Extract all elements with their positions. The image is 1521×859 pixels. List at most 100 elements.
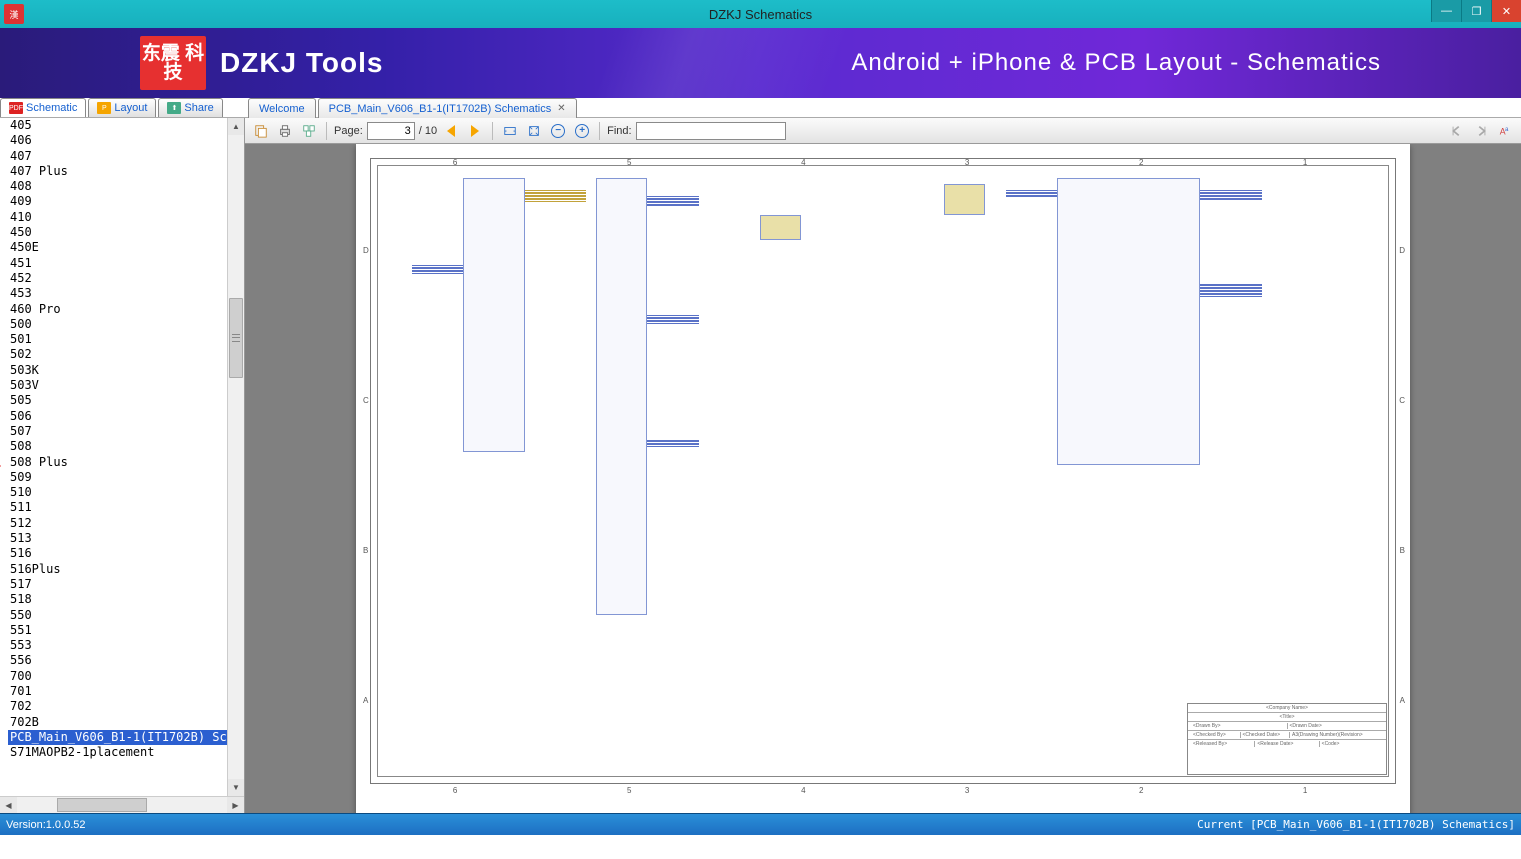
tab-schematic[interactable]: PDFSchematic [0, 98, 86, 117]
list-item[interactable]: 451 [8, 256, 227, 271]
list-item[interactable]: 453 [8, 286, 227, 301]
schematic-title-block: <Company Name> <Title> <Drawn By><Drawn … [1187, 703, 1387, 775]
scroll-thumb[interactable] [229, 298, 243, 378]
tab-share[interactable]: ⬆Share [158, 98, 222, 117]
list-item[interactable]: 508 Plus [8, 455, 227, 470]
tab-share-label: Share [184, 102, 213, 114]
list-item[interactable]: 407 [8, 149, 227, 164]
find-prev-button[interactable] [1447, 121, 1467, 141]
maximize-button[interactable]: ❐ [1461, 0, 1491, 22]
sidebar: 405406407407 Plus408409410450450E4514524… [0, 118, 245, 813]
list-item[interactable]: 518 [8, 592, 227, 607]
status-version: Version:1.0.0.52 [6, 819, 86, 831]
tab-schematic-label: Schematic [26, 102, 77, 114]
list-item[interactable]: 702 [8, 699, 227, 714]
list-item[interactable]: PCB_Main_V606_B1-1(IT1702B) Schematics [8, 730, 227, 745]
list-item[interactable]: 460 Pro [8, 302, 227, 317]
list-item[interactable]: 503V [8, 378, 227, 393]
tab-current-document[interactable]: PCB_Main_V606_B1-1(IT1702B) Schematics✕ [318, 98, 577, 118]
list-item[interactable]: 550 [8, 608, 227, 623]
schematic-page: 6 5 4 3 2 1 6 5 4 3 2 1 D C B A D [356, 144, 1410, 813]
logo: 东震 科技 [140, 36, 206, 90]
fit-page-button[interactable] [524, 121, 544, 141]
list-item[interactable]: 407 Plus [8, 164, 227, 179]
list-item[interactable]: 406 [8, 133, 227, 148]
highlight-button[interactable]: Aa [1495, 121, 1515, 141]
banner: 东震 科技 DZKJ Tools Android + iPhone & PCB … [0, 28, 1521, 98]
document-tabs: Welcome PCB_Main_V606_B1-1(IT1702B) Sche… [248, 98, 579, 118]
list-item[interactable]: 500 [8, 317, 227, 332]
sidebar-vscrollbar[interactable]: ▲ ▼ [227, 118, 244, 796]
list-item[interactable]: 556 [8, 653, 227, 668]
list-item[interactable]: 450 [8, 225, 227, 240]
hscroll-thumb[interactable] [57, 798, 147, 812]
close-tab-icon[interactable]: ✕ [557, 103, 565, 114]
pages-button[interactable] [299, 121, 319, 141]
list-item[interactable]: 512 [8, 516, 227, 531]
list-item[interactable]: 409 [8, 194, 227, 209]
svg-text:a: a [1505, 126, 1509, 133]
list-item[interactable]: 410 [8, 210, 227, 225]
copy-button[interactable] [251, 121, 271, 141]
list-item[interactable]: S71MAOPB2-1placement [8, 745, 227, 760]
tab-layout[interactable]: PLayout [88, 98, 156, 117]
status-bar: Version:1.0.0.52 Current [PCB_Main_V606_… [0, 813, 1521, 835]
banner-subtitle: Android + iPhone & PCB Layout - Schemati… [851, 49, 1381, 77]
schematic-frame: 6 5 4 3 2 1 6 5 4 3 2 1 D C B A D [370, 158, 1396, 784]
mode-tabs: PDFSchematic PLayout ⬆Share [0, 98, 1521, 118]
fit-width-button[interactable] [500, 121, 520, 141]
canvas-area[interactable]: 6 5 4 3 2 1 6 5 4 3 2 1 D C B A D [245, 144, 1521, 813]
list-item[interactable]: 702B [8, 715, 227, 730]
page-total: / 10 [419, 125, 437, 137]
next-page-button[interactable] [465, 121, 485, 141]
scroll-down-icon[interactable]: ▼ [228, 779, 244, 796]
list-item[interactable]: 510 [8, 485, 227, 500]
minimize-button[interactable]: — [1431, 0, 1461, 22]
tab-welcome[interactable]: Welcome [248, 98, 316, 118]
app-icon: 漢 [4, 4, 24, 24]
list-item[interactable]: 553 [8, 638, 227, 653]
close-button[interactable]: ✕ [1491, 0, 1521, 22]
list-item[interactable]: 502 [8, 347, 227, 362]
list-item[interactable]: 405 [8, 118, 227, 133]
print-button[interactable] [275, 121, 295, 141]
list-item[interactable]: 509 [8, 470, 227, 485]
page-label: Page: [334, 125, 363, 137]
list-item[interactable]: 452 [8, 271, 227, 286]
list-item[interactable]: 508 [8, 439, 227, 454]
status-current: Current [PCB_Main_V606_B1-1(IT1702B) Sch… [1197, 818, 1515, 831]
list-item[interactable]: 506 [8, 409, 227, 424]
tab-layout-label: Layout [114, 102, 147, 114]
zoom-out-button[interactable]: − [548, 121, 568, 141]
list-item[interactable]: 505 [8, 393, 227, 408]
list-item[interactable]: 503K [8, 363, 227, 378]
viewer: Page: / 10 − + Find: Aa 6 [245, 118, 1521, 813]
sidebar-hscrollbar[interactable]: ◀ ▶ [0, 796, 244, 813]
list-item[interactable]: 700 [8, 669, 227, 684]
list-item[interactable]: 516Plus [8, 562, 227, 577]
list-item[interactable]: 507 [8, 424, 227, 439]
scroll-left-icon[interactable]: ◀ [0, 797, 17, 813]
list-item[interactable]: 450E [8, 240, 227, 255]
list-item[interactable]: 551 [8, 623, 227, 638]
splitter-indicator-icon [0, 462, 1, 470]
window-title: DZKJ Schematics [709, 7, 812, 22]
find-next-button[interactable] [1471, 121, 1491, 141]
list-item[interactable]: 513 [8, 531, 227, 546]
list-item[interactable]: 517 [8, 577, 227, 592]
list-item[interactable]: 516 [8, 546, 227, 561]
list-item[interactable]: 701 [8, 684, 227, 699]
scroll-right-icon[interactable]: ▶ [227, 797, 244, 813]
title-bar: 漢 DZKJ Schematics — ❐ ✕ [0, 0, 1521, 28]
scroll-up-icon[interactable]: ▲ [228, 118, 244, 135]
zoom-in-button[interactable]: + [572, 121, 592, 141]
list-item[interactable]: 501 [8, 332, 227, 347]
banner-title: DZKJ Tools [220, 47, 383, 79]
find-label: Find: [607, 125, 631, 137]
model-list[interactable]: 405406407407 Plus408409410450450E4514524… [0, 118, 227, 796]
prev-page-button[interactable] [441, 121, 461, 141]
page-input[interactable] [367, 122, 415, 140]
list-item[interactable]: 511 [8, 500, 227, 515]
find-input[interactable] [636, 122, 786, 140]
list-item[interactable]: 408 [8, 179, 227, 194]
